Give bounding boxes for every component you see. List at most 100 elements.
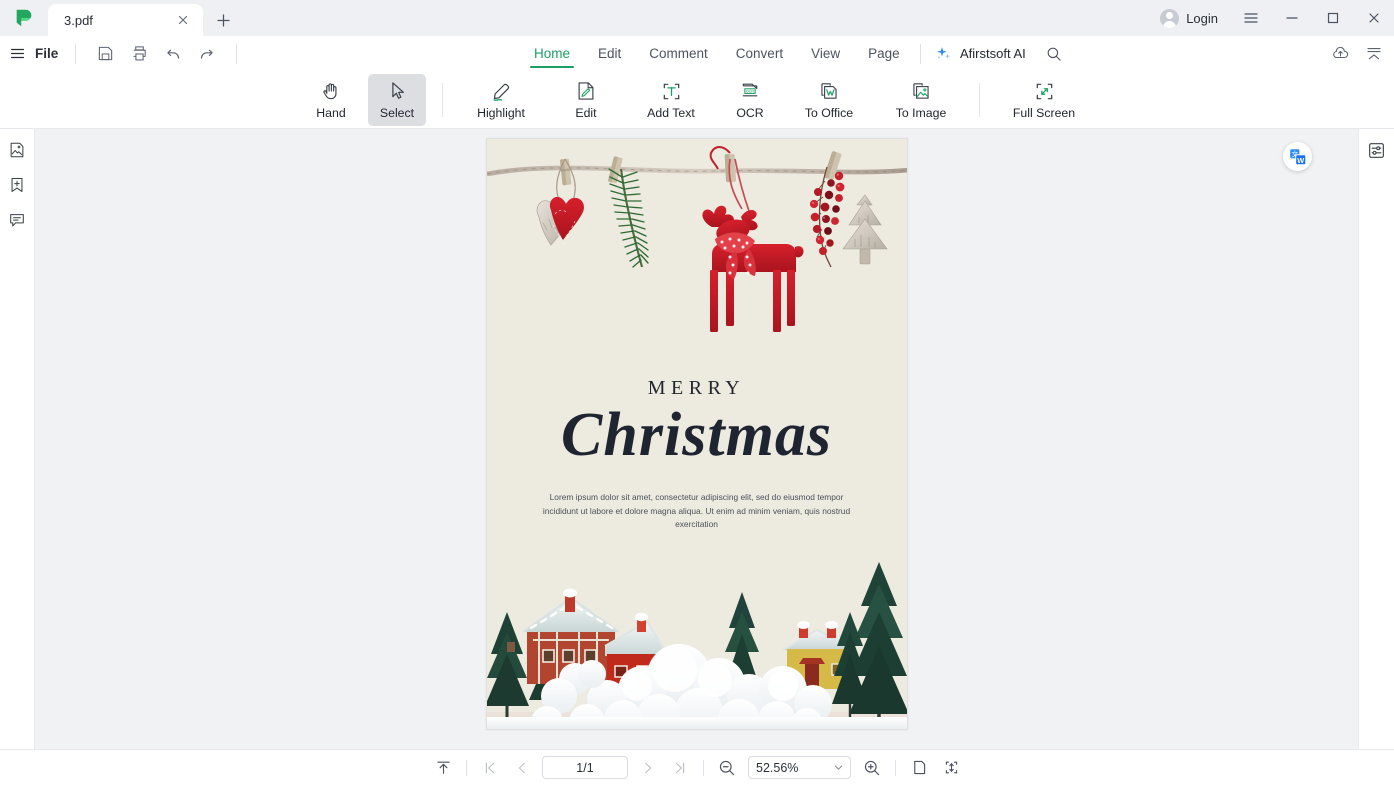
sparkle-icon: [937, 47, 950, 59]
translate-floating-button[interactable]: 文 W: [1283, 142, 1312, 171]
ocr-icon: OCR: [739, 79, 761, 103]
collapse-ribbon-button[interactable]: [1362, 42, 1386, 66]
tool-add-text[interactable]: Add Text: [629, 74, 713, 126]
next-page-button[interactable]: [635, 755, 661, 781]
close-window-button[interactable]: [1353, 0, 1394, 36]
print-icon: [133, 46, 146, 61]
tab-page[interactable]: Page: [854, 36, 914, 71]
christmas-ornaments-illustration: [486, 146, 907, 332]
window-menu-button[interactable]: [1230, 0, 1271, 36]
page-number-input[interactable]: 1/1: [542, 756, 628, 779]
tab-edit[interactable]: Edit: [584, 36, 635, 71]
last-page-icon: [675, 762, 685, 773]
fit-page-button[interactable]: [938, 755, 964, 781]
tab-view[interactable]: View: [797, 36, 854, 71]
new-tab-button[interactable]: [203, 4, 243, 36]
afirstsoft-logo-icon: [16, 9, 32, 27]
scroll-to-top-button[interactable]: [430, 755, 456, 781]
hamburger-menu-icon[interactable]: [6, 43, 28, 65]
first-page-icon: [485, 762, 495, 773]
single-page-view-button[interactable]: [906, 755, 932, 781]
zoom-out-button[interactable]: [714, 755, 740, 781]
tool-highlight-label: Highlight: [477, 106, 525, 120]
tool-hand[interactable]: Hand: [302, 74, 360, 126]
tab-page-label: Page: [868, 46, 900, 61]
tool-select-label: Select: [379, 106, 415, 120]
minimize-button[interactable]: [1271, 0, 1312, 36]
document-tab-strip: 3.pdf: [48, 0, 243, 36]
save-button[interactable]: [93, 42, 117, 66]
divider: [236, 43, 238, 64]
tab-home[interactable]: Home: [520, 36, 584, 71]
tab-convert[interactable]: Convert: [722, 36, 797, 71]
pdf-page[interactable]: MERRY Christmas Lorem ipsum dolor sit am…: [485, 138, 908, 730]
last-page-button[interactable]: [667, 755, 693, 781]
close-icon: [1368, 13, 1379, 23]
tool-ribbon: Hand Select Highlight Edit Add Text OCR …: [0, 71, 1394, 129]
tab-view-label: View: [811, 46, 841, 61]
status-bar: 1/1 52.56%: [0, 749, 1394, 785]
right-sidebar: [1358, 129, 1394, 749]
sliders-settings-icon: [1369, 142, 1384, 158]
first-page-button[interactable]: [477, 755, 503, 781]
document-tab[interactable]: 3.pdf: [48, 4, 203, 36]
properties-panel-button[interactable]: [1365, 138, 1389, 162]
tool-full-screen[interactable]: Full Screen: [996, 74, 1092, 126]
fit-page-icon: [945, 761, 957, 774]
redo-button[interactable]: [195, 42, 219, 66]
document-viewer[interactable]: 文 W MERRY Christmas Lorem ipsum dolor si…: [35, 129, 1358, 749]
tab-comment[interactable]: Comment: [635, 36, 722, 71]
search-button[interactable]: [1042, 42, 1066, 66]
next-page-icon: [645, 762, 652, 773]
scroll-to-top-icon: [436, 761, 450, 774]
quick-access-toolbar: [93, 42, 219, 66]
single-page-view-icon: [913, 760, 925, 775]
tool-to-office[interactable]: To Office: [787, 74, 871, 126]
tab-home-label: Home: [534, 46, 571, 61]
workspace: 文 W MERRY Christmas Lorem ipsum dolor si…: [0, 129, 1394, 749]
add-text-icon: [660, 79, 683, 103]
previous-page-button[interactable]: [509, 755, 535, 781]
cloud-upload-button[interactable]: [1328, 42, 1352, 66]
ai-assistant-label[interactable]: Afirstsoft AI: [960, 46, 1026, 61]
tool-ocr[interactable]: OCR OCR: [721, 74, 779, 126]
print-button[interactable]: [127, 42, 151, 66]
user-avatar-icon: [1160, 8, 1180, 28]
menu-bar-right-group: [1328, 36, 1386, 71]
zoom-level-select[interactable]: 52.56%: [748, 756, 851, 779]
bookmarks-panel-button[interactable]: [5, 173, 29, 197]
collapse-ribbon-icon: [1367, 47, 1381, 59]
full-screen-icon: [1033, 79, 1056, 103]
document-body-text: Lorem ipsum dolor sit amet, consectetur …: [542, 492, 851, 530]
file-menu-label[interactable]: File: [35, 46, 58, 61]
divider: [442, 82, 443, 117]
login-button[interactable]: Login: [1152, 0, 1230, 36]
thumbnails-panel-button[interactable]: [5, 138, 29, 162]
document-tab-label: 3.pdf: [64, 12, 93, 28]
left-sidebar: [0, 129, 35, 749]
thumbnail-image-icon: [10, 142, 24, 158]
undo-button[interactable]: [161, 42, 185, 66]
tool-edit[interactable]: Edit: [551, 74, 621, 126]
divider: [920, 43, 921, 64]
zoom-level-value: 52.56%: [756, 760, 799, 775]
cloud-upload-icon: [1332, 46, 1348, 59]
close-icon[interactable]: [173, 10, 193, 30]
tool-highlight[interactable]: Highlight: [459, 74, 543, 126]
document-heading-large: Christmas: [561, 401, 832, 469]
divider: [75, 43, 77, 64]
comment-bubble-icon: [10, 214, 24, 227]
comments-panel-button[interactable]: [5, 208, 29, 232]
tool-add-text-label: Add Text: [647, 106, 695, 120]
zoom-in-button[interactable]: [859, 755, 885, 781]
tool-to-image[interactable]: To Image: [879, 74, 963, 126]
zoom-out-icon: [719, 760, 735, 775]
menu-bar: File Home Edit Comment Convert View Page…: [0, 36, 1394, 71]
tool-select[interactable]: Select: [368, 73, 426, 126]
svg-text:W: W: [1297, 155, 1304, 164]
bookmark-plus-icon: [11, 178, 23, 192]
maximize-button[interactable]: [1312, 0, 1353, 36]
plus-icon: [216, 13, 230, 27]
divider: [703, 759, 704, 776]
zoom-in-icon: [864, 760, 880, 775]
